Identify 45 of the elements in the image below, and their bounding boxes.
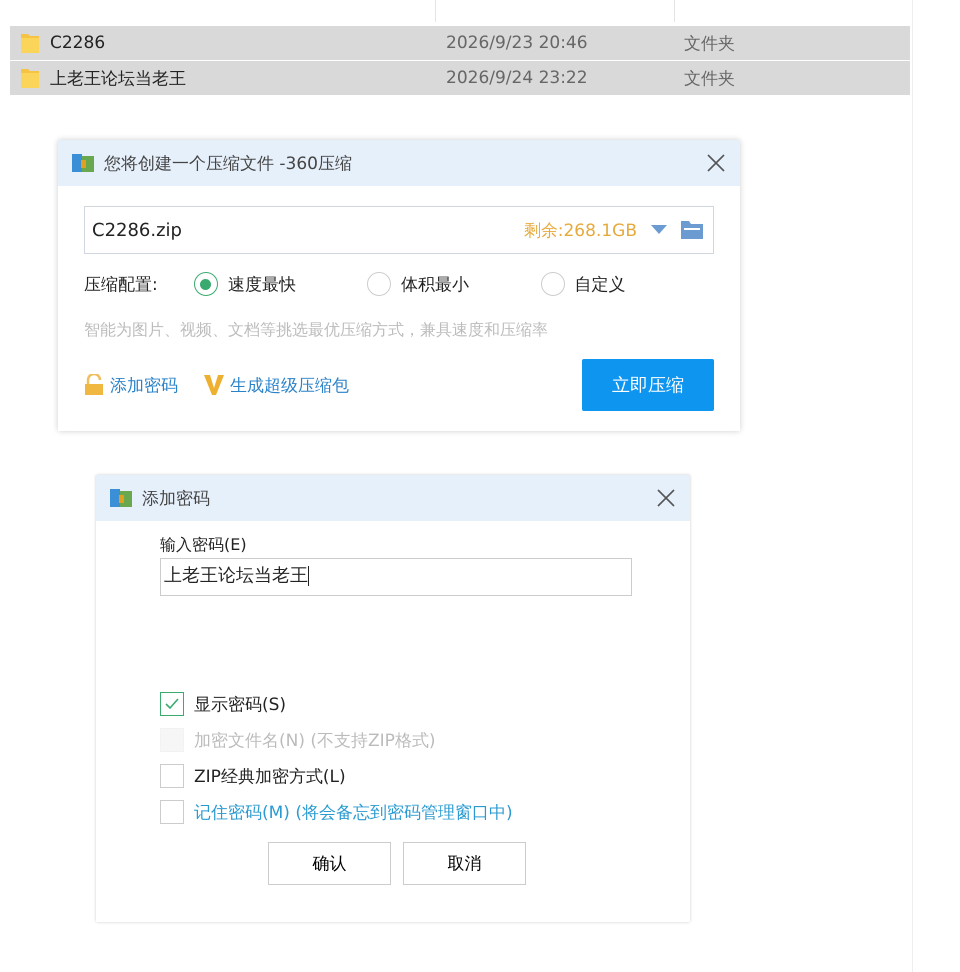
file-name: C2286 <box>50 33 106 53</box>
checkbox-link-label: 记住密码(M) (将会备忘到密码管理窗口中) <box>194 802 513 824</box>
radio-label: 体积最小 <box>401 274 470 296</box>
file-name: 上老王论坛当老王 <box>50 68 187 90</box>
checkbox-label: 显示密码(S) <box>194 694 286 716</box>
radio-button[interactable] <box>367 272 392 296</box>
file-row[interactable]: C2286 2026/9/23 20:46 文件夹 <box>10 26 910 61</box>
radio-label: 速度最快 <box>228 274 296 296</box>
file-type: 文件夹 <box>684 68 735 90</box>
folder-icon <box>20 67 40 89</box>
radio-label: 自定义 <box>574 274 626 296</box>
archive-app-icon <box>72 152 96 174</box>
free-space-label: 剩余:268.1GB <box>524 220 637 242</box>
check-icon <box>165 698 179 710</box>
checkbox[interactable] <box>160 800 184 824</box>
checkbox[interactable] <box>160 764 184 788</box>
close-icon[interactable] <box>706 153 726 173</box>
super-package-link[interactable]: 生成超级压缩包 <box>230 374 349 396</box>
config-label: 压缩配置: <box>84 274 159 296</box>
radio-button[interactable] <box>540 272 565 296</box>
add-password-link[interactable]: 添加密码 <box>110 374 178 396</box>
v-mark-icon <box>204 374 224 396</box>
confirm-button[interactable]: 确认 <box>268 842 391 885</box>
dialog-title: 添加密码 <box>142 488 211 510</box>
folder-icon[interactable] <box>681 221 703 239</box>
checkbox-label: 加密文件名(N) (不支持ZIP格式) <box>194 730 436 752</box>
folder-icon <box>20 32 40 54</box>
checkbox[interactable] <box>160 692 184 716</box>
checkbox-label: ZIP经典加密方式(L) <box>194 766 346 788</box>
password-label: 输入密码(E) <box>160 535 248 556</box>
password-field[interactable]: 上老王论坛当老王 <box>160 558 632 596</box>
file-type: 文件夹 <box>684 32 735 54</box>
hint-text: 智能为图片、视频、文档等挑选最优压缩方式，兼具速度和压缩率 <box>84 320 549 341</box>
file-row[interactable]: 上老王论坛当老王 2026/9/24 23:22 文件夹 <box>10 61 910 96</box>
modified-date: 2026/9/24 23:22 <box>446 68 589 88</box>
filename-value: C2286.zip <box>92 220 183 240</box>
archive-app-icon <box>110 487 134 509</box>
dropdown-caret-icon[interactable] <box>651 225 667 235</box>
filename-field[interactable]: C2286.zip 剩余:268.1GB <box>84 206 714 254</box>
modified-date: 2026/9/23 20:46 <box>446 33 589 53</box>
radio-button[interactable] <box>194 272 218 296</box>
cancel-button[interactable]: 取消 <box>403 842 526 885</box>
dialog-title: 您将创建一个压缩文件 -360压缩 <box>104 152 353 174</box>
padlock-icon <box>84 374 104 396</box>
close-icon[interactable] <box>656 488 676 508</box>
